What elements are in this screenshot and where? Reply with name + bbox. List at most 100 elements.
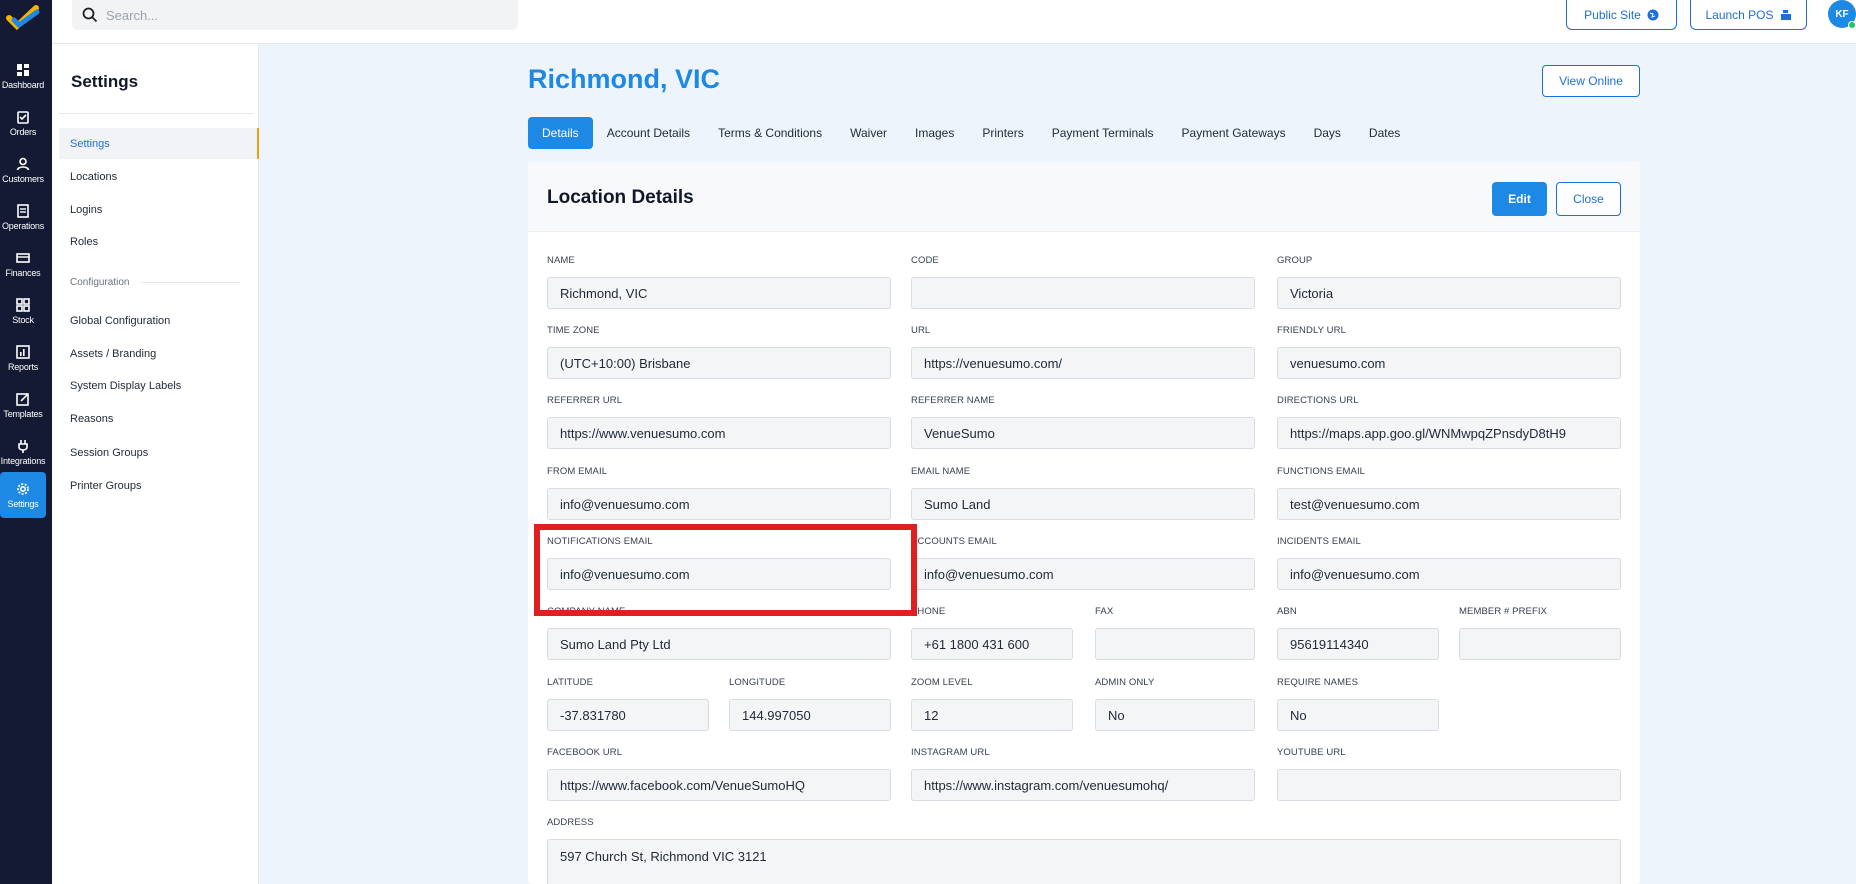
friendly-url-label: FRIENDLY URL	[1277, 325, 1346, 336]
friendly-url-field[interactable]: venuesumo.com	[1277, 347, 1621, 379]
globe-icon	[1647, 9, 1659, 20]
stock-icon	[16, 297, 30, 312]
rail-label: Customers	[2, 173, 44, 184]
from-email-field[interactable]: info@venuesumo.com	[547, 488, 891, 520]
rail-label: Integrations	[0, 455, 46, 466]
functions-email-field[interactable]: test@venuesumo.com	[1277, 488, 1621, 520]
phone-field[interactable]: +61 1800 431 600	[911, 628, 1073, 660]
fax-field[interactable]	[1095, 628, 1255, 660]
sidebar-item-session-groups[interactable]: Session Groups	[59, 437, 259, 468]
longitude-field[interactable]: 144.997050	[729, 699, 891, 731]
highlight-box	[534, 524, 917, 616]
sidebar-item-assets-branding[interactable]: Assets / Branding	[59, 338, 259, 369]
require-names-label: REQUIRE NAMES	[1277, 677, 1359, 688]
search-input[interactable]	[106, 7, 486, 23]
sidebar-item-logins[interactable]: Logins	[59, 194, 259, 225]
address-field[interactable]: 597 Church St, Richmond VIC 3121	[547, 839, 1621, 884]
rail-item-integrations[interactable]: Integrations	[0, 430, 46, 474]
url-label: URL	[911, 325, 931, 336]
tab-dates[interactable]: Dates	[1355, 117, 1414, 149]
view-online-button[interactable]: View Online	[1542, 65, 1640, 97]
sidebar-item-system-display-labels[interactable]: System Display Labels	[59, 370, 259, 401]
rail-item-settings[interactable]: Settings	[0, 472, 46, 518]
sidebar-section-configuration: Configuration	[70, 277, 240, 288]
member-prefix-field[interactable]	[1459, 628, 1621, 660]
app-logo-icon[interactable]	[6, 4, 40, 34]
rail-item-orders[interactable]: Orders	[0, 101, 46, 145]
tab-payment-gateways[interactable]: Payment Gateways	[1168, 117, 1300, 149]
youtube-url-field[interactable]	[1277, 769, 1621, 801]
admin-only-label: ADMIN ONLY	[1095, 677, 1155, 688]
url-field[interactable]: https://venuesumo.com/	[911, 347, 1255, 379]
facebook-url-label: FACEBOOK URL	[547, 747, 623, 758]
abn-field[interactable]: 95619114340	[1277, 628, 1439, 660]
card-title: Location Details	[547, 187, 694, 208]
rail-item-templates[interactable]: Templates	[0, 383, 46, 427]
incidents-email-field[interactable]: info@venuesumo.com	[1277, 558, 1621, 590]
directions-url-field[interactable]: https://maps.app.goo.gl/WNMwpqZPnsdyD8tH…	[1277, 417, 1621, 449]
group-field[interactable]: Victoria	[1277, 277, 1621, 309]
instagram-url-field[interactable]: https://www.instagram.com/venuesumohq/	[911, 769, 1255, 801]
latitude-field[interactable]: -37.831780	[547, 699, 709, 731]
rail-item-dashboard[interactable]: Dashboard	[0, 54, 46, 98]
tab-terms-conditions[interactable]: Terms & Conditions	[704, 117, 836, 149]
sidebar-item-printer-groups[interactable]: Printer Groups	[59, 470, 259, 501]
referrer-name-label: REFERRER NAME	[911, 395, 995, 406]
email-name-field[interactable]: Sumo Land	[911, 488, 1255, 520]
company-name-field[interactable]: Sumo Land Pty Ltd	[547, 628, 891, 660]
app-rail: Dashboard Orders Customers Operations Fi…	[0, 0, 52, 884]
sidebar-item-global-configuration[interactable]: Global Configuration	[59, 305, 259, 336]
rail-item-finances[interactable]: Finances	[0, 242, 46, 286]
tab-images[interactable]: Images	[901, 117, 968, 149]
public-site-button[interactable]: Public Site	[1566, 0, 1677, 30]
public-site-label: Public Site	[1584, 7, 1641, 22]
zoom-level-field[interactable]: 12	[911, 699, 1073, 731]
online-status-dot	[1848, 21, 1856, 29]
youtube-url-label: YOUTUBE URL	[1277, 747, 1346, 758]
operations-icon	[17, 203, 29, 218]
tab-payment-terminals[interactable]: Payment Terminals	[1038, 117, 1168, 149]
top-bar: Public Site Launch POS KF	[52, 0, 1856, 44]
cash-register-icon	[1780, 9, 1791, 20]
tab-days[interactable]: Days	[1300, 117, 1355, 149]
tab-printers[interactable]: Printers	[968, 117, 1037, 149]
sidebar-item-roles[interactable]: Roles	[59, 226, 259, 257]
referrer-url-field[interactable]: https://www.venuesumo.com	[547, 417, 891, 449]
name-field[interactable]: Richmond, VIC	[547, 277, 891, 309]
sidebar-item-locations[interactable]: Locations	[59, 161, 259, 192]
search-box[interactable]	[72, 0, 518, 30]
code-label: CODE	[911, 255, 939, 266]
instagram-url-label: INSTAGRAM URL	[911, 747, 990, 758]
time-zone-field[interactable]: (UTC+10:00) Brisbane	[547, 347, 891, 379]
user-avatar[interactable]: KF	[1828, 0, 1856, 29]
facebook-url-field[interactable]: https://www.facebook.com/VenueSumoHQ	[547, 769, 891, 801]
tab-account-details[interactable]: Account Details	[593, 117, 704, 149]
tab-details[interactable]: Details	[528, 117, 593, 149]
require-names-field[interactable]: No	[1277, 699, 1439, 731]
rail-item-customers[interactable]: Customers	[0, 148, 46, 192]
accounts-email-field[interactable]: info@venuesumo.com	[911, 558, 1255, 590]
zoom-level-label: ZOOM LEVEL	[911, 677, 973, 688]
tab-waiver[interactable]: Waiver	[836, 117, 901, 149]
rail-item-reports[interactable]: Reports	[0, 336, 46, 380]
launch-pos-button[interactable]: Launch POS	[1690, 0, 1807, 30]
rail-label: Finances	[5, 267, 41, 278]
rail-label: Orders	[9, 126, 37, 137]
referrer-name-field[interactable]: VenueSumo	[911, 417, 1255, 449]
latitude-label: LATITUDE	[547, 677, 594, 688]
accounts-email-label: ACCOUNTS EMAIL	[911, 536, 997, 547]
functions-email-label: FUNCTIONS EMAIL	[1277, 466, 1366, 477]
admin-only-field[interactable]: No	[1095, 699, 1255, 731]
sidebar-item-reasons[interactable]: Reasons	[59, 403, 259, 434]
abn-label: ABN	[1277, 606, 1297, 617]
close-button[interactable]: Close	[1556, 182, 1621, 216]
longitude-label: LONGITUDE	[729, 677, 786, 688]
sidebar-item-settings[interactable]: Settings	[59, 128, 259, 159]
rail-label: Templates	[3, 408, 43, 419]
fax-label: FAX	[1095, 606, 1114, 617]
rail-item-stock[interactable]: Stock	[0, 289, 46, 333]
code-field[interactable]	[911, 277, 1255, 309]
edit-button[interactable]: Edit	[1492, 182, 1547, 216]
rail-item-operations[interactable]: Operations	[0, 195, 46, 239]
divider	[59, 113, 254, 114]
